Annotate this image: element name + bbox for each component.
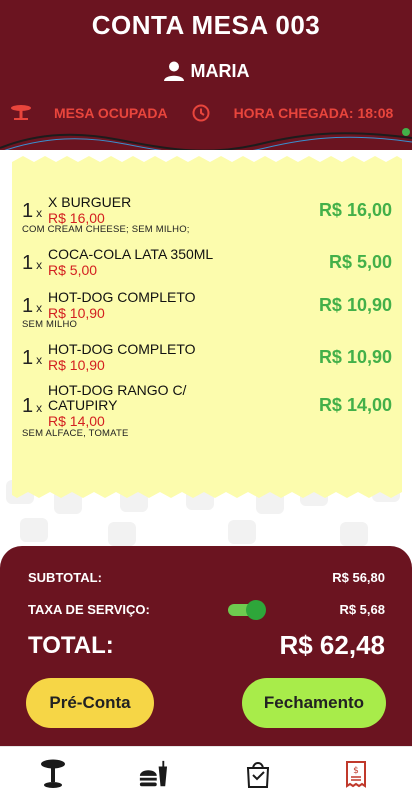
table-stool-icon — [41, 759, 65, 788]
order-item[interactable]: 1x HOT-DOG COMPLETO R$ 10,90 SEM MILHO R… — [22, 290, 394, 332]
total-label: TOTAL: — [28, 632, 114, 659]
item-name: HOT-DOG COMPLETO — [48, 341, 196, 357]
item-quantity: 1x — [22, 347, 43, 369]
item-note: SEM MILHO — [22, 319, 78, 330]
pre-conta-button[interactable]: Pré-Conta — [26, 678, 154, 728]
item-note: COM CREAM CHEESE; SEM MILHO; — [22, 224, 190, 235]
user-name: MARIA — [190, 60, 250, 81]
item-unit-price: R$ 10,90 — [48, 357, 105, 373]
status-label: MESA OCUPADA — [54, 105, 168, 121]
nav-bill[interactable]: $ — [341, 759, 371, 789]
nav-orders[interactable] — [243, 759, 273, 789]
order-item[interactable]: 1x HOT-DOG COMPLETO R$ 10,90 R$ 10,90 — [22, 342, 394, 374]
pattern-drink-icon — [20, 518, 48, 542]
item-quantity: 1x — [22, 395, 43, 417]
item-total: R$ 10,90 — [318, 347, 392, 367]
fast-food-icon — [139, 760, 168, 787]
item-note: SEM ALFACE, TOMATE — [22, 428, 129, 439]
service-fee-label: TAXA DE SERVIÇO: — [28, 602, 150, 617]
order-item[interactable]: 1x COCA-COLA LATA 350ML R$ 5,00 R$ 5,00 — [22, 247, 394, 279]
item-quantity: 1x — [22, 295, 43, 317]
item-total: R$ 5,00 — [328, 252, 392, 272]
item-name: COCA-COLA LATA 350ML — [48, 246, 214, 262]
shopping-bag-icon — [246, 762, 270, 788]
item-unit-price: R$ 14,00 — [48, 413, 105, 429]
order-item[interactable]: 1x X BURGUER R$ 16,00 COM CREAM CHEESE; … — [22, 195, 394, 237]
item-total: R$ 14,00 — [318, 395, 392, 415]
pattern-hotdog-icon — [340, 522, 368, 546]
pattern-fries-icon — [108, 522, 136, 546]
item-name: HOT-DOG COMPLETO — [48, 289, 196, 305]
item-unit-price: R$ 5,00 — [48, 262, 98, 278]
page-title: CONTA MESA 003 — [91, 10, 321, 40]
service-fee-toggle[interactable] — [228, 600, 266, 620]
item-name: HOT-DOG RANGO C/ CATUPIRY — [48, 382, 187, 413]
item-quantity: 1x — [22, 252, 43, 274]
item-quantity: 1x — [22, 200, 43, 222]
nav-tables[interactable] — [38, 759, 68, 789]
receipt-dollar-icon: $ — [346, 761, 366, 788]
svg-text:$: $ — [353, 766, 359, 776]
pattern-burger-icon — [228, 520, 256, 544]
service-fee-value: R$ 5,68 — [339, 602, 385, 617]
summary-panel: SUBTOTAL: R$ 56,80 TAXA DE SERVIÇO: R$ 5… — [0, 546, 412, 746]
table-icon — [10, 104, 32, 122]
subtotal-value: R$ 56,80 — [332, 570, 385, 585]
item-total: R$ 16,00 — [318, 200, 392, 220]
user-info: MARIA — [0, 60, 412, 82]
item-name: X BURGUER — [48, 194, 132, 210]
arrival-time: HORA CHEGADA: 18:08 — [233, 105, 394, 121]
receipt-zigzag-bottom — [12, 484, 402, 498]
order-item[interactable]: 1x HOT-DOG RANGO C/ CATUPIRY R$ 14,00 SE… — [22, 383, 394, 441]
bottom-nav: $ — [0, 746, 412, 800]
toggle-knob — [246, 600, 266, 620]
subtotal-label: SUBTOTAL: — [28, 570, 102, 585]
total-value: R$ 62,48 — [279, 630, 385, 660]
nav-menu[interactable] — [138, 759, 168, 789]
fechamento-button[interactable]: Fechamento — [242, 678, 386, 728]
clock-icon — [192, 104, 210, 122]
item-total: R$ 10,90 — [318, 295, 392, 315]
user-icon — [163, 61, 184, 81]
status-bar: MESA OCUPADA HORA CHEGADA: 18:08 — [10, 104, 406, 122]
